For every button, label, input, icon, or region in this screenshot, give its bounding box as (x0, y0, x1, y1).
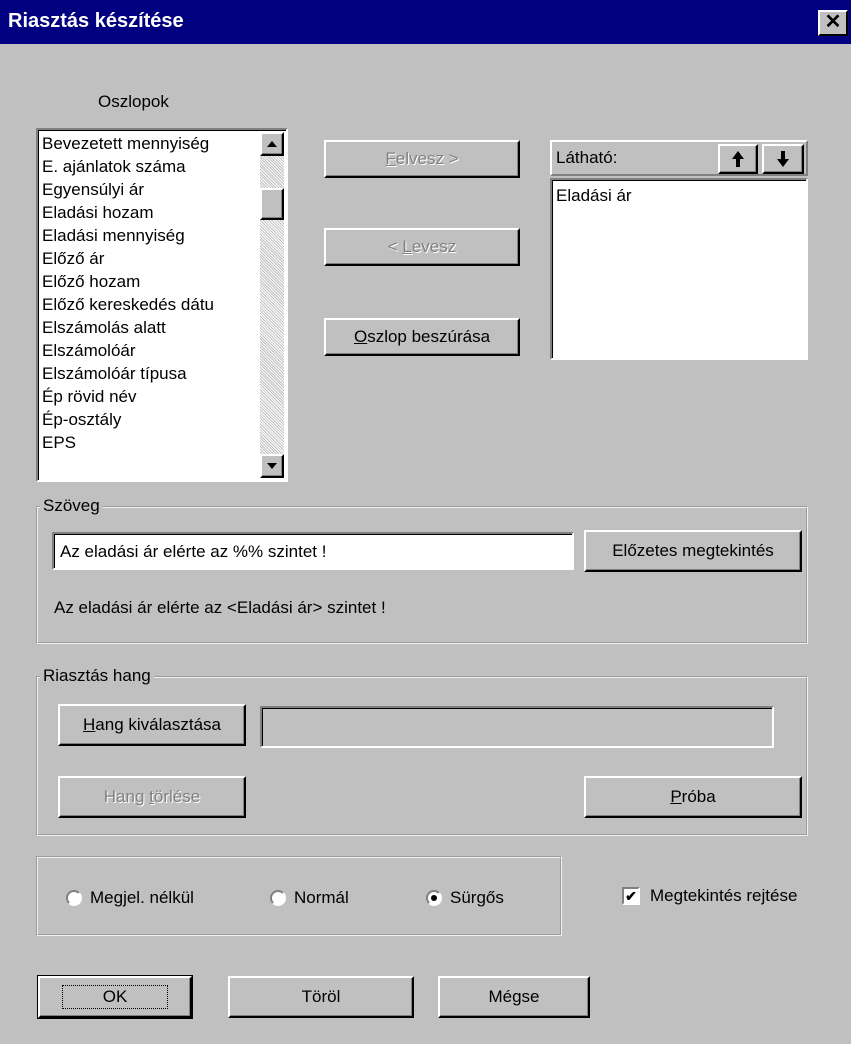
list-item[interactable]: Előző hozam (42, 270, 256, 293)
arrow-down-icon (777, 151, 789, 167)
list-item[interactable]: Előző kereskedés dátu (42, 293, 256, 316)
preview-button[interactable]: Előzetes megtekintés (584, 530, 802, 572)
window-title: Riasztás készítése (8, 10, 184, 32)
text-group (36, 506, 808, 644)
list-item[interactable]: Eladási mennyiség (42, 224, 256, 247)
close-button[interactable]: ✕ (818, 10, 848, 36)
preview-text: Az eladási ár elérte az <Eladási ár> szi… (54, 598, 386, 617)
columns-heading: Oszlopok (98, 92, 169, 111)
move-up-button[interactable] (718, 144, 758, 174)
scroll-thumb[interactable] (260, 188, 284, 220)
columns-list: Bevezetett mennyiség E. ajánlatok száma … (42, 132, 256, 454)
list-item[interactable]: Elszámolóár (42, 339, 256, 362)
radio-urgent[interactable]: Sürgős (426, 888, 504, 908)
list-item[interactable]: EPS (42, 431, 256, 454)
list-item[interactable]: Egyensúlyi ár (42, 178, 256, 201)
radio-selected-icon (426, 890, 442, 906)
sound-group-legend: Riasztás hang (40, 666, 154, 686)
list-item[interactable]: Elszámolóár típusa (42, 362, 256, 385)
scroll-up-button[interactable] (260, 132, 284, 156)
hide-preview-checkbox[interactable]: ✔ Megtekintés rejtése (622, 886, 797, 906)
list-item[interactable]: E. ajánlatok száma (42, 155, 256, 178)
close-icon: ✕ (824, 11, 842, 33)
add-column-button[interactable]: Felvesz > (324, 140, 520, 178)
select-sound-button[interactable]: Hang kiválasztása (58, 704, 246, 746)
ok-button[interactable]: OK (37, 975, 193, 1019)
radio-icon (66, 890, 82, 906)
scroll-down-icon (267, 463, 277, 469)
list-item[interactable]: Elszámolás alatt (42, 316, 256, 339)
text-group-legend: Szöveg (40, 496, 103, 516)
remove-column-button[interactable]: < Levesz (324, 228, 520, 266)
list-item[interactable]: Előző ár (42, 247, 256, 270)
list-item[interactable]: Eladási ár (556, 186, 632, 206)
visible-label: Látható: (556, 148, 618, 167)
insert-column-button[interactable]: Oszlop beszúrása (324, 318, 520, 356)
move-down-button[interactable] (762, 144, 804, 174)
list-item[interactable]: Bevezetett mennyiség (42, 132, 256, 155)
list-item[interactable]: Ép-osztály (42, 408, 256, 431)
checkmark-icon: ✔ (622, 887, 640, 905)
radio-normal[interactable]: Normál (270, 888, 349, 908)
list-item[interactable]: Ép rövid név (42, 385, 256, 408)
cancel-button[interactable]: Mégse (438, 976, 590, 1018)
delete-button[interactable]: Töröl (228, 976, 414, 1018)
alert-text-input[interactable]: Az eladási ár elérte az %% szintet ! (52, 532, 574, 570)
radio-no-display[interactable]: Megjel. nélkül (66, 888, 194, 908)
test-sound-button[interactable]: Próba (584, 776, 802, 818)
scroll-up-icon (267, 141, 277, 147)
columns-listbox[interactable]: Bevezetett mennyiség E. ajánlatok száma … (36, 128, 288, 482)
radio-dot (431, 895, 437, 901)
columns-scrollbar[interactable] (260, 132, 284, 478)
arrow-up-icon (732, 151, 744, 167)
visible-listbox[interactable]: Eladási ár (550, 178, 808, 360)
sound-path-field (260, 706, 774, 748)
list-item[interactable]: Eladási hozam (42, 201, 256, 224)
scroll-down-button[interactable] (260, 454, 284, 478)
delete-sound-button[interactable]: Hang törlése (58, 776, 246, 818)
radio-icon (270, 890, 286, 906)
